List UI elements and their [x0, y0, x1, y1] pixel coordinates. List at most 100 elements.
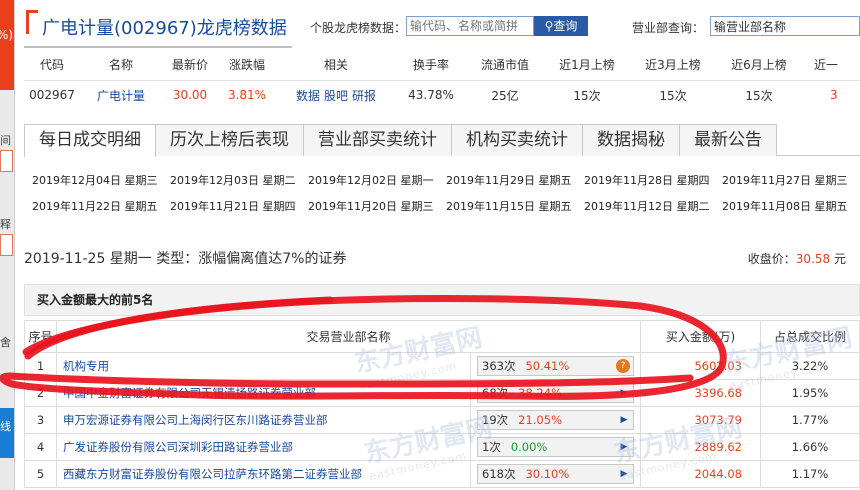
close-price: 收盘价：30.58 元 — [748, 250, 846, 267]
branch-stat-box[interactable]: 68次 38.24% ▶ — [477, 383, 634, 403]
col-code: 代码 — [24, 50, 80, 81]
tab-bar: 每日成交明细 历次上榜后表现 营业部买卖统计 机构买卖统计 数据揭秘 最新公告 — [24, 124, 860, 157]
table-row: 5 西藏东方财富证券股份有限公司拉萨东环路第二证券营业部 618次 30.10% ▶ 20… — [24, 460, 860, 488]
left-sidebar-strip: %) 间 释 舍 线 — [0, 0, 15, 490]
left-label-2: 释 — [0, 218, 11, 231]
date-link[interactable]: 2019年12月04日 星期三 — [32, 172, 170, 198]
date-link[interactable]: 2019年11月27日 星期三 — [722, 172, 860, 198]
stock-search-input[interactable] — [406, 16, 534, 36]
tab-history-performance[interactable]: 历次上榜后表现 — [155, 124, 304, 156]
branch-stat-cell: 19次 21.05% ▶ — [470, 406, 641, 434]
left-input-1[interactable] — [0, 150, 13, 172]
branch-name-link[interactable]: 中国中金财富证券有限公司无锡清扬路证券营业部 — [56, 379, 471, 407]
buy-top5-table: 序号 交易营业部名称 买入金额(万) 占总成交比例 1 机构专用 363次 50.41… — [24, 320, 860, 488]
selected-date-type: 2019-11-25 星期一 类型：涨幅偏离值达7%的证券 — [24, 251, 347, 267]
branch-name-link[interactable]: 机构专用 — [56, 352, 471, 380]
branch-name-link[interactable]: 广发证券股份有限公司深圳彩田路证券营业部 — [56, 433, 471, 461]
stock-price: 30.00 — [172, 88, 208, 103]
play-arrow-icon[interactable]: ▶ — [615, 442, 633, 452]
stock-name[interactable]: 广电计量 — [80, 80, 162, 110]
buy-amount: 3396.68 — [640, 379, 761, 407]
date-link[interactable]: 2019年11月21日 星期四 — [170, 198, 308, 224]
search-button[interactable]: ⚲查询 — [534, 16, 588, 36]
date-link[interactable]: 2019年11月22日 星期五 — [32, 198, 170, 224]
summary-data-row: 002967 广电计量 30.00 3.81% 数据 股吧 研报 43.78% 25… — [24, 80, 860, 110]
buy-ratio: 1.66% — [760, 433, 860, 461]
table-row: 4 广发证券股份有限公司深圳彩田路证券营业部 1次 0.00% ▶ 2889.62 1.66… — [24, 433, 860, 461]
tab-latest-announcement[interactable]: 最新公告 — [679, 124, 777, 156]
buy-amount: 5602.03 — [640, 352, 761, 380]
buy-amount: 3073.79 — [640, 406, 761, 434]
play-arrow-icon[interactable]: ▶ — [615, 415, 633, 425]
summary-header-row: 代码 名称 最新价 涨跌幅 相关 换手率 流通市值 近1月上榜 近3月上榜 近6… — [24, 50, 860, 81]
branch-stat-cell: 1次 0.00% ▶ — [470, 433, 641, 461]
tab-data-reveal[interactable]: 数据揭秘 — [582, 124, 680, 156]
col-market-cap: 流通市值 — [466, 50, 544, 81]
tab-institution-stats[interactable]: 机构买卖统计 — [451, 124, 583, 156]
col-turnover: 换手率 — [396, 50, 466, 81]
branch-search-input[interactable] — [710, 16, 860, 36]
branch-win-rate: 38.24% — [518, 386, 562, 400]
turnover-value: 43.78% — [408, 88, 454, 103]
close-price-label: 收盘价： — [747, 252, 796, 266]
branch-name-link[interactable]: 申万宏源证券有限公司上海闵行区东川路证券营业部 — [56, 406, 471, 434]
tab-daily-detail[interactable]: 每日成交明细 — [24, 124, 156, 157]
link-guba[interactable]: 股吧 — [324, 89, 348, 103]
col-related: 相关 — [276, 50, 396, 81]
search-button-label: 查询 — [553, 19, 578, 33]
col-name: 名称 — [80, 50, 162, 81]
play-arrow-icon[interactable]: ▶ — [615, 469, 633, 479]
branch-name-link[interactable]: 西藏东方财富证券股份有限公司拉萨东环路第二证券营业部 — [56, 460, 471, 488]
branch-win-rate: 30.10% — [525, 467, 570, 481]
date-link[interactable]: 2019年11月29日 星期五 — [446, 172, 584, 198]
left-red-text: %) — [0, 28, 14, 42]
buy-table-body: 1 机构专用 363次 50.41%? 5602.03 3.22% 2 中国中金财富证券有限公… — [24, 352, 860, 488]
col-1m: 近1月上榜 — [544, 50, 630, 81]
branch-count: 19次 — [482, 413, 509, 427]
branch-stat-box[interactable]: 363次 50.41%? — [477, 356, 634, 376]
left-input-2[interactable] — [0, 234, 13, 256]
play-arrow-icon[interactable]: ▶ — [615, 388, 633, 398]
title-underline — [24, 46, 292, 48]
link-data[interactable]: 数据 — [296, 89, 320, 103]
title-accent-corner — [26, 10, 38, 34]
buy-ratio: 1.95% — [760, 379, 860, 407]
branch-count: 68次 — [482, 386, 509, 400]
col-3m: 近3月上榜 — [630, 50, 716, 81]
row-seq: 3 — [24, 406, 57, 434]
tab-branch-stats[interactable]: 营业部买卖统计 — [303, 124, 452, 156]
col-change: 涨跌幅 — [218, 50, 276, 81]
col-branch-name: 交易营业部名称 — [56, 320, 641, 353]
date-link[interactable]: 2019年11月15日 星期五 — [446, 198, 584, 224]
date-link[interactable]: 2019年11月12日 星期二 — [584, 198, 722, 224]
branch-count: 363次 — [482, 359, 516, 373]
col-ratio: 占总成交比例 — [760, 320, 860, 353]
branch-stat-cell: 618次 30.10% ▶ — [470, 460, 641, 488]
branch-stat-box[interactable]: 1次 0.00% ▶ — [477, 437, 634, 457]
close-price-unit: 元 — [833, 252, 846, 266]
market-cap-value: 25亿 — [491, 88, 519, 103]
row-seq: 5 — [24, 460, 57, 488]
left-label-1: 间 — [0, 134, 11, 147]
col-price: 最新价 — [162, 50, 218, 81]
stock-lhb-label: 个股龙虎榜数据： — [310, 21, 407, 35]
date-link[interactable]: 2019年12月02日 星期一 — [308, 172, 446, 198]
col-6m: 近6月上榜 — [716, 50, 802, 81]
stock-summary-table: 代码 名称 最新价 涨跌幅 相关 换手率 流通市值 近1月上榜 近3月上榜 近6… — [24, 50, 860, 110]
left-blue-button[interactable]: 线 — [0, 408, 14, 458]
help-icon[interactable]: ? — [616, 359, 630, 373]
close-price-value: 30.58 — [795, 252, 831, 266]
left-label-3: 舍 — [0, 336, 11, 349]
buy-amount: 2044.08 — [640, 460, 761, 488]
date-link[interactable]: 2019年11月08日 星期五 — [722, 198, 860, 224]
branch-stat-box[interactable]: 618次 30.10% ▶ — [477, 464, 634, 484]
y1-value: 3 — [830, 88, 838, 103]
date-link[interactable]: 2019年11月28日 星期四 — [584, 172, 722, 198]
buy-ratio: 3.22% — [760, 352, 860, 380]
date-link[interactable]: 2019年12月03日 星期二 — [170, 172, 308, 198]
date-link[interactable]: 2019年11月20日 星期三 — [308, 198, 446, 224]
left-blue-text: 线 — [0, 420, 11, 433]
link-research[interactable]: 研报 — [352, 89, 376, 103]
branch-win-rate: 21.05% — [518, 413, 562, 427]
branch-stat-box[interactable]: 19次 21.05% ▶ — [477, 410, 634, 430]
